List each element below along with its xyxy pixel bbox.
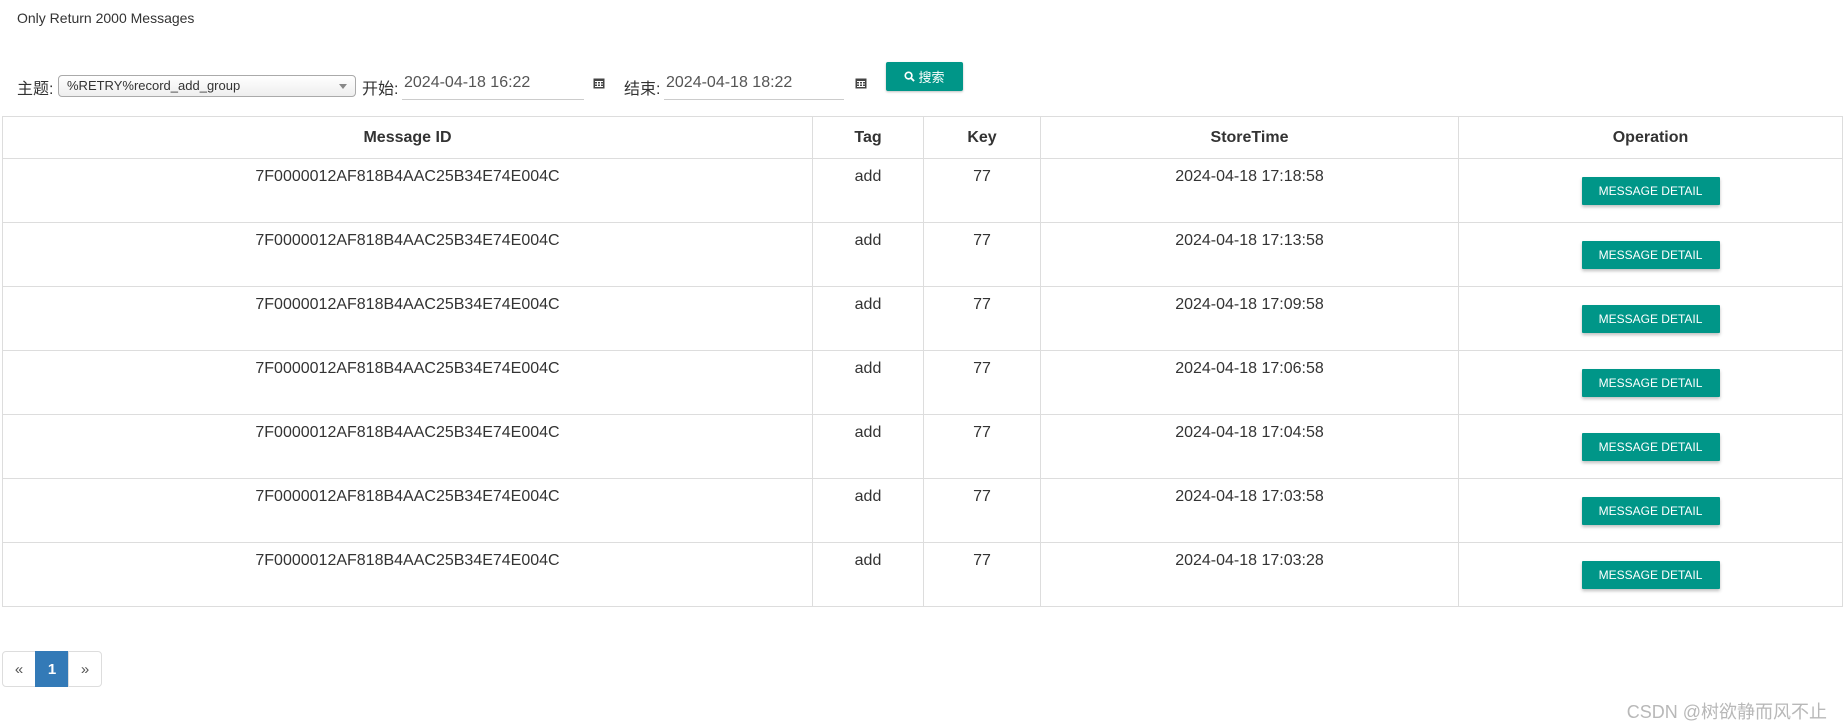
message-id-cell: 7F0000012AF818B4AAC25B34E74E004C <box>2 286 813 351</box>
operation-cell: MESSAGE DETAIL <box>1458 542 1843 607</box>
topic-select[interactable]: %RETRY%record_add_group <box>58 75 356 97</box>
pagination-next[interactable]: » <box>68 651 102 687</box>
message-table: Message ID Tag Key StoreTime Operation 7… <box>2 116 1843 607</box>
message-id-cell: 7F0000012AF818B4AAC25B34E74E004C <box>2 478 813 543</box>
operation-cell: MESSAGE DETAIL <box>1458 222 1843 287</box>
operation-cell: MESSAGE DETAIL <box>1458 478 1843 543</box>
store-time-cell: 2024-04-18 17:06:58 <box>1040 350 1459 415</box>
key-cell: 77 <box>923 222 1041 287</box>
watermark: CSDN @树欲静而风不止 <box>1626 702 1827 722</box>
message-id-cell: 7F0000012AF818B4AAC25B34E74E004C <box>2 542 813 607</box>
store-time-cell: 2024-04-18 17:09:58 <box>1040 286 1459 351</box>
end-date-input[interactable]: 2024-04-18 18:22 <box>664 72 844 100</box>
message-detail-button[interactable]: MESSAGE DETAIL <box>1581 369 1720 397</box>
tag-cell: add <box>812 478 924 543</box>
message-id-cell: 7F0000012AF818B4AAC25B34E74E004C <box>2 414 813 479</box>
column-header-storetime: StoreTime <box>1040 116 1459 159</box>
start-date-input[interactable]: 2024-04-18 16:22 <box>402 72 584 100</box>
store-time-cell: 2024-04-18 17:03:28 <box>1040 542 1459 607</box>
tag-cell: add <box>812 414 924 479</box>
chevron-down-icon <box>339 84 347 89</box>
message-id-cell: 7F0000012AF818B4AAC25B34E74E004C <box>2 350 813 415</box>
topic-label: 主题: <box>17 81 54 98</box>
table-row: 7F0000012AF818B4AAC25B34E74E004C add 77 … <box>2 350 1843 415</box>
operation-cell: MESSAGE DETAIL <box>1458 414 1843 479</box>
store-time-cell: 2024-04-18 17:13:58 <box>1040 222 1459 287</box>
pagination: « 1 » <box>2 651 102 687</box>
key-cell: 77 <box>923 478 1041 543</box>
table-row: 7F0000012AF818B4AAC25B34E74E004C add 77 … <box>2 414 1843 479</box>
tag-cell: add <box>812 158 924 223</box>
calendar-icon[interactable] <box>855 77 867 89</box>
key-cell: 77 <box>923 158 1041 223</box>
column-header-tag: Tag <box>812 116 924 159</box>
table-header-row: Message ID Tag Key StoreTime Operation <box>2 116 1843 159</box>
column-header-key: Key <box>923 116 1041 159</box>
table-row: 7F0000012AF818B4AAC25B34E74E004C add 77 … <box>2 542 1843 607</box>
pagination-prev[interactable]: « <box>2 651 36 687</box>
calendar-icon[interactable] <box>593 77 605 89</box>
tag-cell: add <box>812 222 924 287</box>
message-detail-button[interactable]: MESSAGE DETAIL <box>1581 241 1720 269</box>
pagination-page-1[interactable]: 1 <box>35 651 69 687</box>
search-button[interactable]: 搜索 <box>886 62 963 91</box>
operation-cell: MESSAGE DETAIL <box>1458 350 1843 415</box>
message-detail-button[interactable]: MESSAGE DETAIL <box>1581 497 1720 525</box>
message-detail-button[interactable]: MESSAGE DETAIL <box>1581 177 1720 205</box>
search-button-label: 搜索 <box>918 70 945 85</box>
tag-cell: add <box>812 542 924 607</box>
tag-cell: add <box>812 286 924 351</box>
key-cell: 77 <box>923 414 1041 479</box>
key-cell: 77 <box>923 350 1041 415</box>
column-header-message-id: Message ID <box>2 116 813 159</box>
filter-bar: 主题: %RETRY%record_add_group 开始: 2024-04-… <box>17 60 1017 100</box>
key-cell: 77 <box>923 286 1041 351</box>
message-detail-button[interactable]: MESSAGE DETAIL <box>1581 433 1720 461</box>
message-id-cell: 7F0000012AF818B4AAC25B34E74E004C <box>2 222 813 287</box>
table-row: 7F0000012AF818B4AAC25B34E74E004C add 77 … <box>2 222 1843 287</box>
table-row: 7F0000012AF818B4AAC25B34E74E004C add 77 … <box>2 286 1843 351</box>
message-detail-button[interactable]: MESSAGE DETAIL <box>1581 305 1720 333</box>
operation-cell: MESSAGE DETAIL <box>1458 286 1843 351</box>
table-row: 7F0000012AF818B4AAC25B34E74E004C add 77 … <box>2 478 1843 543</box>
store-time-cell: 2024-04-18 17:03:58 <box>1040 478 1459 543</box>
message-id-cell: 7F0000012AF818B4AAC25B34E74E004C <box>2 158 813 223</box>
store-time-cell: 2024-04-18 17:04:58 <box>1040 414 1459 479</box>
message-detail-button[interactable]: MESSAGE DETAIL <box>1581 561 1720 589</box>
topic-select-value: %RETRY%record_add_group <box>67 78 241 93</box>
end-label: 结束: <box>624 81 661 98</box>
start-label: 开始: <box>362 81 399 98</box>
operation-cell: MESSAGE DETAIL <box>1458 158 1843 223</box>
column-header-operation: Operation <box>1458 116 1843 159</box>
store-time-cell: 2024-04-18 17:18:58 <box>1040 158 1459 223</box>
tag-cell: add <box>812 350 924 415</box>
key-cell: 77 <box>923 542 1041 607</box>
search-icon <box>904 71 916 82</box>
notice-text: Only Return 2000 Messages <box>17 10 195 26</box>
table-row: 7F0000012AF818B4AAC25B34E74E004C add 77 … <box>2 158 1843 223</box>
